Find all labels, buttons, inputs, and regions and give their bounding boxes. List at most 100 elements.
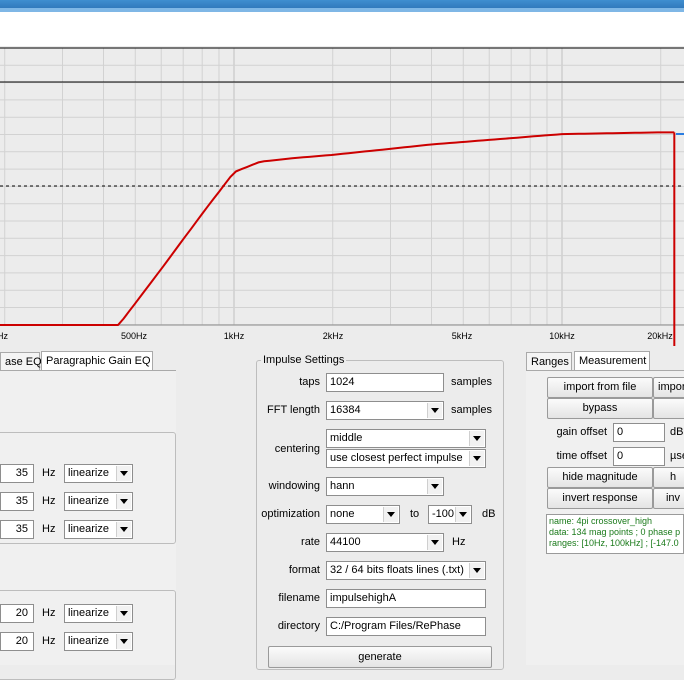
info-name: name: 4pi crossover_high bbox=[549, 516, 653, 526]
left-row-mode-select[interactable]: linearize bbox=[64, 604, 133, 623]
gain-offset-input[interactable]: 0 bbox=[613, 423, 665, 442]
x-tick-label: 2kHz bbox=[323, 331, 344, 341]
taps-label: taps bbox=[299, 376, 320, 388]
centering-label: centering bbox=[274, 443, 320, 455]
left-row-value-input[interactable]: 35 bbox=[0, 492, 34, 511]
time-offset-input[interactable]: 0 bbox=[613, 447, 665, 466]
import-from-file-button[interactable]: import from file bbox=[547, 377, 653, 398]
rate-unit: Hz bbox=[452, 536, 466, 548]
hide-phase-button[interactable]: h bbox=[653, 467, 684, 488]
taps-unit: samples bbox=[451, 376, 492, 388]
impulse-settings-title: Impulse Settings bbox=[261, 354, 347, 366]
tab-paragraphic-gain-eq[interactable]: Paragraphic Gain EQ bbox=[41, 351, 153, 371]
left-row-mode-select[interactable]: linearize bbox=[64, 464, 133, 483]
left-row-mode-value: linearize bbox=[68, 635, 109, 647]
left-row-unit: Hz bbox=[42, 467, 56, 479]
fft-length-label: FFT length bbox=[267, 404, 320, 416]
info-data: data: 134 mag points ; 0 phase p bbox=[549, 527, 681, 537]
import-button-2[interactable]: import bbox=[653, 377, 684, 398]
rate-value: 44100 bbox=[330, 536, 361, 548]
measurement-info-box: name: 4pi crossover_high data: 134 mag p… bbox=[546, 514, 684, 554]
tab-phase-eq[interactable]: ase EQ bbox=[0, 352, 42, 370]
chevron-down-icon bbox=[116, 494, 131, 509]
chevron-down-icon bbox=[116, 606, 131, 621]
chevron-down-icon bbox=[469, 563, 484, 578]
chevron-down-icon bbox=[427, 535, 442, 550]
left-row-mode-select[interactable]: linearize bbox=[64, 632, 133, 651]
left-row-mode-value: linearize bbox=[68, 495, 109, 507]
filename-input[interactable]: impulsehighA bbox=[326, 589, 486, 608]
x-tick-label: 20kHz bbox=[647, 331, 673, 341]
chevron-down-icon bbox=[116, 466, 131, 481]
invert-response-button[interactable]: invert response bbox=[547, 488, 653, 509]
info-ranges: ranges: [10Hz, 100kHz] ; [-147.0 bbox=[549, 538, 679, 548]
x-tick-label: 0Hz bbox=[0, 331, 8, 341]
format-value: 32 / 64 bits floats lines (.txt) bbox=[330, 564, 464, 576]
optimization-db-unit: dB bbox=[482, 508, 496, 520]
tab-ranges[interactable]: Ranges bbox=[526, 352, 572, 370]
chevron-down-icon bbox=[455, 507, 470, 522]
left-row-value-input[interactable]: 20 bbox=[0, 632, 34, 651]
magnitude-plot[interactable]: 0Hz 500Hz 1kHz 2kHz 5kHz 10kHz 20kHz bbox=[0, 46, 684, 346]
x-tick-label: 500Hz bbox=[121, 331, 148, 341]
bypass-button-2[interactable] bbox=[653, 398, 684, 419]
fft-length-value: 16384 bbox=[330, 404, 361, 416]
left-row-unit: Hz bbox=[42, 635, 56, 647]
chevron-down-icon bbox=[116, 634, 131, 649]
tab-measurement[interactable]: Measurement bbox=[574, 351, 650, 371]
centering-select[interactable]: middle bbox=[326, 429, 486, 448]
format-select[interactable]: 32 / 64 bits floats lines (.txt) bbox=[326, 561, 486, 580]
left-row-mode-value: linearize bbox=[68, 523, 109, 535]
directory-label: directory bbox=[277, 620, 320, 632]
format-label: format bbox=[288, 564, 320, 576]
hide-magnitude-button[interactable]: hide magnitude bbox=[547, 467, 653, 488]
gain-offset-label: gain offset bbox=[556, 426, 607, 438]
left-row-unit: Hz bbox=[42, 495, 56, 507]
fft-length-unit: samples bbox=[451, 404, 492, 416]
left-row-value-input[interactable]: 35 bbox=[0, 520, 34, 539]
chevron-down-icon bbox=[469, 431, 484, 446]
invert-phase-button[interactable]: inv bbox=[653, 488, 684, 509]
rate-select[interactable]: 44100 bbox=[326, 533, 444, 552]
centering-mode-value: use closest perfect impulse bbox=[330, 452, 463, 464]
left-row-value-input[interactable]: 35 bbox=[0, 464, 34, 483]
left-row-mode-select[interactable]: linearize bbox=[64, 520, 133, 539]
chevron-down-icon bbox=[427, 403, 442, 418]
taps-input[interactable]: 1024 bbox=[326, 373, 444, 392]
left-row-mode-value: linearize bbox=[68, 467, 109, 479]
left-row-unit: Hz bbox=[42, 607, 56, 619]
windowing-value: hann bbox=[330, 480, 355, 492]
rate-label: rate bbox=[301, 536, 320, 548]
left-row-unit: Hz bbox=[42, 523, 56, 535]
window-title-bar bbox=[0, 0, 684, 12]
filename-label: filename bbox=[278, 592, 320, 604]
x-tick-labels: 0Hz 500Hz 1kHz 2kHz 5kHz 10kHz 20kHz bbox=[0, 331, 673, 341]
chevron-down-icon bbox=[116, 522, 131, 537]
x-tick-label: 5kHz bbox=[452, 331, 473, 341]
chevron-down-icon bbox=[383, 507, 398, 522]
optimization-to-label: to bbox=[410, 508, 420, 520]
fft-length-select[interactable]: 16384 bbox=[326, 401, 444, 420]
windowing-select[interactable]: hann bbox=[326, 477, 444, 496]
optimization-db-value: -100 bbox=[432, 508, 455, 520]
time-offset-label: time offset bbox=[556, 450, 607, 462]
chevron-down-icon bbox=[469, 451, 484, 466]
optimization-db-select[interactable]: -100 bbox=[428, 505, 472, 524]
centering-mode-select[interactable]: use closest perfect impulse bbox=[326, 449, 486, 468]
left-row-mode-select[interactable]: linearize bbox=[64, 492, 133, 511]
left-row-value-input[interactable]: 20 bbox=[0, 604, 34, 623]
directory-input[interactable]: C:/Program Files/RePhase bbox=[326, 617, 486, 636]
time-offset-unit: µse bbox=[670, 450, 684, 462]
toolbar-strip bbox=[0, 12, 684, 47]
x-tick-label: 1kHz bbox=[224, 331, 245, 341]
generate-button[interactable]: generate bbox=[268, 646, 492, 668]
optimization-label: optimization bbox=[261, 508, 320, 520]
optimization-value: none bbox=[330, 508, 355, 520]
x-tick-label: 10kHz bbox=[549, 331, 575, 341]
centering-value: middle bbox=[330, 432, 363, 444]
windowing-label: windowing bbox=[268, 480, 320, 492]
left-row-mode-value: linearize bbox=[68, 607, 109, 619]
optimization-select[interactable]: none bbox=[326, 505, 400, 524]
gain-offset-unit: dB bbox=[670, 426, 684, 438]
bypass-button[interactable]: bypass bbox=[547, 398, 653, 419]
